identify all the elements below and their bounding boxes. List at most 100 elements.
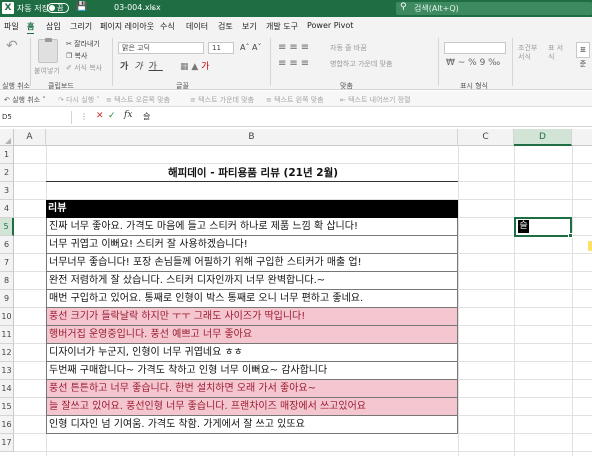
merge-center-button[interactable]: 병합하고 가운데 맞춤: [330, 59, 392, 69]
tab-home[interactable]: 홈: [27, 21, 35, 35]
save-icon[interactable]: 💾: [76, 2, 87, 12]
review-cell-highlighted[interactable]: 풍선 크기가 들락날락 하지만 ㅜㅜ 그래도 사이즈가 딱입니다!: [46, 308, 458, 326]
align-left-label: 텍스트 왼쪽 맞춤: [274, 96, 324, 104]
separator: [512, 38, 513, 86]
gridline: [514, 146, 515, 456]
row-header-7[interactable]: 7: [0, 254, 14, 272]
excel-window: X 자동 저장 끔 💾 03-004.xlsx ⌄ ⚲ 검색(Alt+Q) 파일…: [0, 0, 592, 456]
review-cell[interactable]: 너무너무 좋습니다! 포장 손님들께 어필하기 위해 구입한 스티커가 매출 업…: [46, 254, 458, 272]
name-box[interactable]: D5: [0, 111, 72, 124]
align-top-icon[interactable]: ≡≡≡: [278, 42, 312, 53]
conditional-format-button[interactable]: 조건부 서식: [518, 44, 542, 62]
indent-button[interactable]: ⇤ 텍스트 내어쓰기 정렬: [340, 95, 411, 105]
review-header-cell[interactable]: 리뷰: [46, 200, 458, 218]
align-left-icon[interactable]: ≡≡≡: [278, 58, 312, 69]
tab-developer[interactable]: 개발 도구: [266, 21, 298, 32]
font-style-buttons[interactable]: 가가가: [120, 59, 163, 72]
font-grow-icon[interactable]: Aˆ Aˇ: [240, 43, 262, 52]
review-cell[interactable]: 매번 구입하고 있어요. 통째로 인형이 박스 통째로 오니 너무 편하고 좋네…: [46, 290, 458, 308]
tab-insert[interactable]: 삽입: [46, 21, 61, 32]
tab-file[interactable]: 파일: [4, 21, 19, 32]
autosave-label: 자동 저장: [17, 4, 49, 13]
row-header-13[interactable]: 13: [0, 362, 14, 380]
fill-handle[interactable]: [568, 233, 573, 238]
group-font-label: 글꼴: [176, 82, 189, 90]
column-header-b[interactable]: B: [46, 129, 458, 146]
review-cell[interactable]: 인형 디자인 넘 기여움. 가격도 착함. 가게에서 잘 쓰고 있또요: [46, 416, 458, 434]
redo-button[interactable]: ↷ 다시 실행 ˅: [58, 95, 100, 105]
tab-formulas[interactable]: 수식: [160, 21, 175, 32]
group-undo-label: 실행 취소: [2, 82, 30, 90]
review-cell-highlighted[interactable]: 행버거집 운영중입니다. 풍선 예쁘고 너무 좋아요: [46, 326, 458, 344]
cut-button[interactable]: ✂ 잘라내기: [66, 39, 100, 49]
row-header-1[interactable]: 1: [0, 146, 14, 164]
row-header-12[interactable]: 12: [0, 344, 14, 362]
select-all-corner[interactable]: [0, 129, 14, 146]
align-left-button[interactable]: ≡ 텍스트 왼쪽 맞춤: [266, 95, 324, 105]
cell-style-icon[interactable]: 표준: [576, 42, 590, 68]
undo-icon[interactable]: ↶: [6, 38, 18, 54]
ribbon: ↶ 붙여넣기 ✂ 잘라내기 ❐ 복사 ✐ 서식 복사 맑은 고딕 11 Aˆ A…: [0, 34, 592, 90]
row-header-2[interactable]: 2: [0, 164, 14, 182]
font-name-select[interactable]: 맑은 고딕: [118, 42, 204, 54]
paste-icon[interactable]: [38, 38, 58, 63]
number-format-select[interactable]: [444, 42, 506, 54]
row-header-16[interactable]: 16: [0, 416, 14, 434]
row-header-11[interactable]: 11: [0, 326, 14, 344]
row-header-14[interactable]: 14: [0, 380, 14, 398]
active-cell-d5[interactable]: 슬: [514, 217, 573, 238]
tab-power-pivot[interactable]: Power Pivot: [307, 21, 353, 30]
tab-data[interactable]: 데이터: [186, 21, 208, 32]
autosave-toggle[interactable]: 끔: [47, 3, 69, 13]
sheet-title-cell[interactable]: 해피데이 - 파티용품 리뷰 (21년 2월): [46, 164, 458, 182]
row-header-3[interactable]: 3: [0, 182, 14, 200]
more-options-icon: ⋮: [80, 112, 91, 121]
review-cell[interactable]: 두번째 구매합니다~ 가격도 착하고 인형 너무 이뻐요~ 감사합니다: [46, 362, 458, 380]
review-cell[interactable]: 완전 저렴하게 잘 샀습니다. 스티커 디자인까지 너무 완벽합니다.~: [46, 272, 458, 290]
title-bar: X 자동 저장 끔 💾 03-004.xlsx ⌄ ⚲ 검색(Alt+Q): [0, 0, 592, 17]
border-icon[interactable]: ▦ ▲ 가: [180, 59, 209, 72]
tab-page-layout[interactable]: 페이지 레이아웃: [100, 21, 154, 32]
row-header-6[interactable]: 6: [0, 236, 14, 254]
formula-input[interactable]: 슬: [143, 111, 150, 122]
search-icon: ⚲: [400, 2, 407, 12]
align-right-button[interactable]: ≡ 텍스트 오른쪽 맞춤: [106, 95, 170, 105]
row-header-8[interactable]: 8: [0, 272, 14, 290]
review-cell[interactable]: 너무 귀엽고 이뻐요! 스티커 잘 사용하겠습니다!: [46, 236, 458, 254]
indent-label: 텍스트 내어쓰기 정렬: [348, 96, 411, 104]
align-center-button[interactable]: ≡ 텍스트 가운데 맞춤: [190, 95, 254, 105]
row-header-9[interactable]: 9: [0, 290, 14, 308]
group-clipboard-label: 클립보드: [48, 82, 74, 90]
column-header-d[interactable]: D: [514, 129, 572, 146]
format-painter-button[interactable]: ✐ 서식 복사: [66, 63, 102, 73]
chevron-down-icon[interactable]: ⌄: [150, 3, 156, 11]
insert-function-icon[interactable]: fx: [124, 110, 132, 120]
enter-check-icon[interactable]: ✓: [108, 111, 116, 121]
review-cell[interactable]: 진짜 너무 좋아요. 가격도 마음에 들고 스티커 하나로 제품 느낌 확 삽니…: [46, 218, 458, 236]
undo-button[interactable]: ↶ 실행 취소 ˅: [4, 95, 46, 105]
row-header-15[interactable]: 15: [0, 398, 14, 416]
tab-view[interactable]: 보기: [242, 21, 257, 32]
row-header-17[interactable]: 17: [0, 434, 14, 452]
currency-icon[interactable]: ₩ ~ % 9 ‰: [446, 58, 500, 68]
row-header-4[interactable]: 4: [0, 200, 14, 218]
tab-draw[interactable]: 그리기: [70, 21, 92, 32]
separator: [112, 38, 113, 86]
font-size-select[interactable]: 11: [208, 42, 234, 54]
copy-button[interactable]: ❐ 복사: [66, 51, 87, 61]
column-header-c[interactable]: C: [458, 129, 514, 146]
separator: [270, 38, 271, 86]
review-cell-highlighted[interactable]: 풍선 튼튼하고 너무 좋습니다. 한번 설치하면 오래 가서 좋아요~: [46, 380, 458, 398]
review-cell[interactable]: 디자이너가 누군지, 인형이 너무 귀엽네요 ㅎㅎ: [46, 344, 458, 362]
table-format-button[interactable]: 표 서식: [548, 44, 568, 62]
wrap-text-button[interactable]: 자동 줄 바꿈: [330, 43, 367, 53]
search-box[interactable]: ⚲ 검색(Alt+Q): [396, 2, 592, 15]
column-header-a[interactable]: A: [14, 129, 46, 146]
row-header-10[interactable]: 10: [0, 308, 14, 326]
align-center-label: 텍스트 가운데 맞춤: [198, 96, 255, 104]
row-header-5[interactable]: 5: [0, 218, 14, 236]
review-cell-highlighted[interactable]: 늘 잘쓰고 있어요. 풍선인형 너무 좋습니다. 프랜차이즈 매장에서 쓰고있어…: [46, 398, 458, 416]
cancel-icon[interactable]: ✕: [96, 111, 104, 121]
tab-review[interactable]: 검토: [218, 21, 233, 32]
column-headers: A B C D: [0, 129, 592, 146]
